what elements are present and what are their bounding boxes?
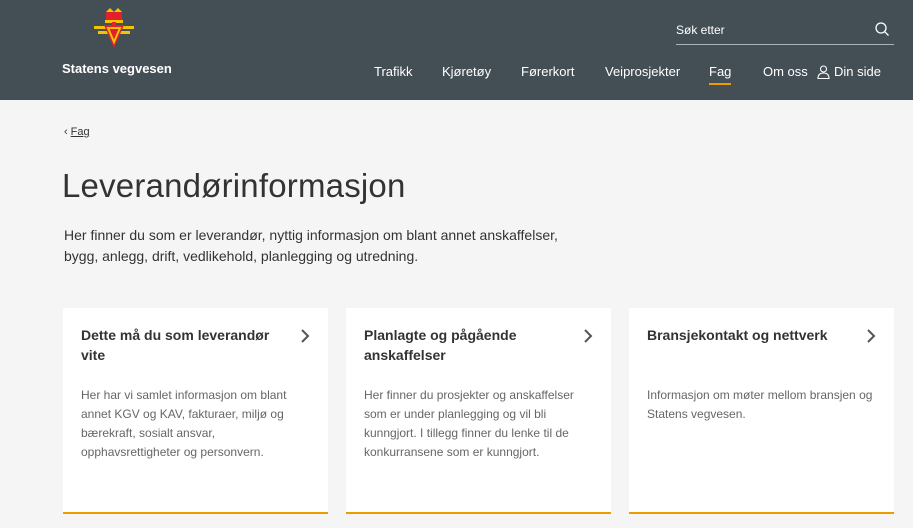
nav-item-fag[interactable]: Fag: [709, 64, 732, 85]
user-icon: [817, 65, 830, 79]
page-title: Leverandørinformasjon: [62, 167, 406, 204]
nav-item-om-oss[interactable]: Om oss: [763, 64, 808, 79]
card-title: Planlagte og pågående anskaffelser: [364, 327, 517, 363]
breadcrumb-link-fag[interactable]: Fag: [71, 126, 90, 138]
nav-item-trafikk[interactable]: Trafikk: [374, 64, 413, 79]
crown-shield-logo-icon: [94, 8, 134, 48]
nav-item-forerkort[interactable]: Førerkort: [521, 64, 574, 79]
card-anskaffelser[interactable]: Planlagte og pågående anskaffelser Her f…: [346, 308, 611, 514]
search-input[interactable]: [676, 20, 856, 40]
nav-item-kjoretoy[interactable]: Kjøretøy: [442, 64, 491, 79]
card-description: Informasjon om møter mellom bransjen og …: [647, 388, 873, 421]
chevron-right-icon: [301, 329, 310, 343]
search-icon[interactable]: [874, 21, 890, 37]
chevron-right-icon: [584, 329, 593, 343]
nav-item-din-side-label: Din side: [834, 64, 881, 79]
card-description: Her finner du prosjekter og anskaffelser…: [364, 388, 574, 459]
card-title: Bransjekontakt og nettverk: [647, 327, 828, 343]
site-header: Statens vegvesen Trafikk Kjøretøy Førerk…: [0, 0, 913, 100]
card-description: Her har vi samlet informasjon om blant a…: [81, 388, 287, 459]
chevron-right-icon: [867, 329, 876, 343]
card-leverandor-vite[interactable]: Dette må du som leverandør vite Her har …: [63, 308, 328, 514]
card-bransjekontakt[interactable]: Bransjekontakt og nettverk Informasjon o…: [629, 308, 894, 514]
chevron-left-icon: ‹: [64, 126, 68, 138]
nav-item-veiprosjekter[interactable]: Veiprosjekter: [605, 64, 680, 79]
page-intro: Her finner du som er leverandør, nyttig …: [64, 227, 558, 264]
search-bar: [676, 18, 894, 45]
main-nav: Trafikk Kjøretøy Førerkort Veiprosjekter…: [0, 64, 913, 86]
breadcrumb: ‹ Fag: [64, 126, 90, 138]
card-title: Dette må du som leverandør vite: [81, 327, 270, 363]
